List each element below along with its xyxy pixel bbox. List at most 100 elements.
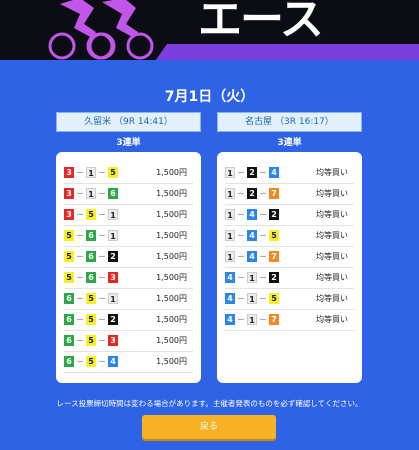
dash-separator: －: [237, 294, 245, 303]
racer-number-badge: 1: [247, 272, 257, 283]
dash-separator: －: [98, 168, 106, 177]
bet-row: 3 － 1 － 6 1,500円: [64, 183, 193, 205]
racer-number-badge: 6: [86, 251, 96, 262]
racer-number-badge: 5: [86, 335, 96, 346]
racer-number-badge: 4: [225, 293, 235, 304]
racer-number-badge: 3: [64, 188, 74, 199]
dash-separator: －: [259, 315, 267, 324]
racer-number-badge: 5: [86, 314, 96, 325]
dash-separator: －: [259, 168, 267, 177]
racer-number-badge: 3: [108, 272, 118, 283]
racer-number-badge: 7: [269, 314, 279, 325]
dash-separator: －: [76, 336, 84, 345]
bet-row: 1 － 4 － 5 均等買い: [225, 225, 354, 247]
bet-row: 3 － 1 － 5 1,500円: [64, 162, 193, 184]
bet-amount: 均等買い: [316, 315, 348, 324]
dash-separator: －: [76, 294, 84, 303]
venue-label: 名古屋 （3R 16:17）: [217, 112, 362, 132]
bet-amount: 1,500円: [156, 273, 187, 282]
dash-separator: －: [237, 210, 245, 219]
dash-separator: －: [259, 210, 267, 219]
bet-row: 5 － 6 － 2 1,500円: [64, 246, 193, 268]
bet-row: 3 － 5 － 1 1,500円: [64, 204, 193, 226]
racer-number-badge: 2: [108, 314, 118, 325]
dash-separator: －: [98, 273, 106, 282]
dash-separator: －: [76, 273, 84, 282]
right-bets-panel: 1 － 2 － 4 均等買い 1 － 2 － 7 均等買い 1 － 4 － 2 均等買い 1 － 4 － 5 均等買い 1 － 4 －…: [217, 152, 362, 383]
dash-separator: －: [259, 252, 267, 261]
racer-number-badge: 5: [64, 251, 74, 262]
racer-number-badge: 6: [64, 335, 74, 346]
bet-amount: 1,500円: [156, 252, 187, 261]
page-header: エース: [0, 0, 419, 60]
racer-number-badge: 1: [108, 209, 118, 220]
racer-number-badge: 6: [64, 293, 74, 304]
dash-separator: －: [98, 315, 106, 324]
racer-number-badge: 2: [269, 209, 279, 220]
bet-amount: 1,500円: [156, 294, 187, 303]
racer-number-badge: 5: [64, 230, 74, 241]
bet-amount: 均等買い: [316, 252, 348, 261]
racer-number-badge: 6: [108, 188, 118, 199]
page-title: エース: [198, 0, 324, 45]
bet-row: 1 － 2 － 7 均等買い: [225, 183, 354, 205]
bet-amount: 1,500円: [156, 357, 187, 366]
racer-number-badge: 1: [225, 209, 235, 220]
dash-separator: －: [259, 294, 267, 303]
racer-number-badge: 1: [225, 188, 235, 199]
bet-amount: 均等買い: [316, 210, 348, 219]
racer-number-badge: 6: [86, 230, 96, 241]
bet-row: 4 － 1 － 2 均等買い: [225, 267, 354, 289]
bet-amount: 1,500円: [156, 168, 187, 177]
racer-number-badge: 3: [64, 209, 74, 220]
racer-number-badge: 5: [86, 356, 96, 367]
bet-amount: 均等買い: [316, 273, 348, 282]
dash-separator: －: [98, 189, 106, 198]
bet-type-label: 3連単: [277, 138, 302, 148]
cyclists-icon: [48, 0, 154, 60]
racer-number-badge: 1: [247, 293, 257, 304]
dash-separator: －: [237, 273, 245, 282]
bet-row: 1 － 4 － 2 均等買い: [225, 204, 354, 226]
dash-separator: －: [237, 231, 245, 240]
racer-number-badge: 6: [64, 356, 74, 367]
racer-number-badge: 1: [225, 167, 235, 178]
bet-row: 4 － 1 － 5 均等買い: [225, 288, 354, 310]
bet-type-label: 3連単: [116, 138, 141, 148]
racer-number-badge: 4: [269, 167, 279, 178]
racer-number-badge: 4: [225, 272, 235, 283]
dash-separator: －: [98, 231, 106, 240]
racer-number-badge: 5: [108, 167, 118, 178]
dash-separator: －: [237, 315, 245, 324]
dash-separator: －: [259, 189, 267, 198]
racer-number-badge: 4: [108, 356, 118, 367]
venue-label: 久留米 （9R 14:41）: [56, 112, 201, 132]
dash-separator: －: [259, 231, 267, 240]
racer-number-badge: 7: [269, 251, 279, 262]
bet-amount: 均等買い: [316, 189, 348, 198]
bet-amount: 均等買い: [316, 231, 348, 240]
bet-row: 6 － 5 － 2 1,500円: [64, 309, 193, 331]
bet-amount: 1,500円: [156, 210, 187, 219]
dash-separator: －: [76, 252, 84, 261]
racer-number-badge: 6: [86, 272, 96, 283]
racer-number-badge: 7: [269, 188, 279, 199]
bet-amount: 1,500円: [156, 336, 187, 345]
dash-separator: －: [76, 210, 84, 219]
racer-number-badge: 1: [86, 167, 96, 178]
racer-number-badge: 6: [64, 314, 74, 325]
dash-separator: －: [76, 357, 84, 366]
dash-separator: －: [237, 189, 245, 198]
deadline-note: レース投票締切時間は変わる場合があります。主催者発表のものを必ず確認してください…: [56, 399, 363, 408]
header-accent-stripe: [152, 44, 419, 60]
bet-amount: 1,500円: [156, 189, 187, 198]
racer-number-badge: 1: [247, 314, 257, 325]
racer-number-badge: 5: [269, 230, 279, 241]
racer-number-badge: 4: [247, 209, 257, 220]
dash-separator: －: [98, 210, 106, 219]
dash-separator: －: [76, 315, 84, 324]
bet-row: 6 － 5 － 1 1,500円: [64, 288, 193, 310]
bet-amount: 均等買い: [316, 294, 348, 303]
back-button[interactable]: 戻る: [142, 415, 276, 439]
dash-separator: －: [98, 294, 106, 303]
